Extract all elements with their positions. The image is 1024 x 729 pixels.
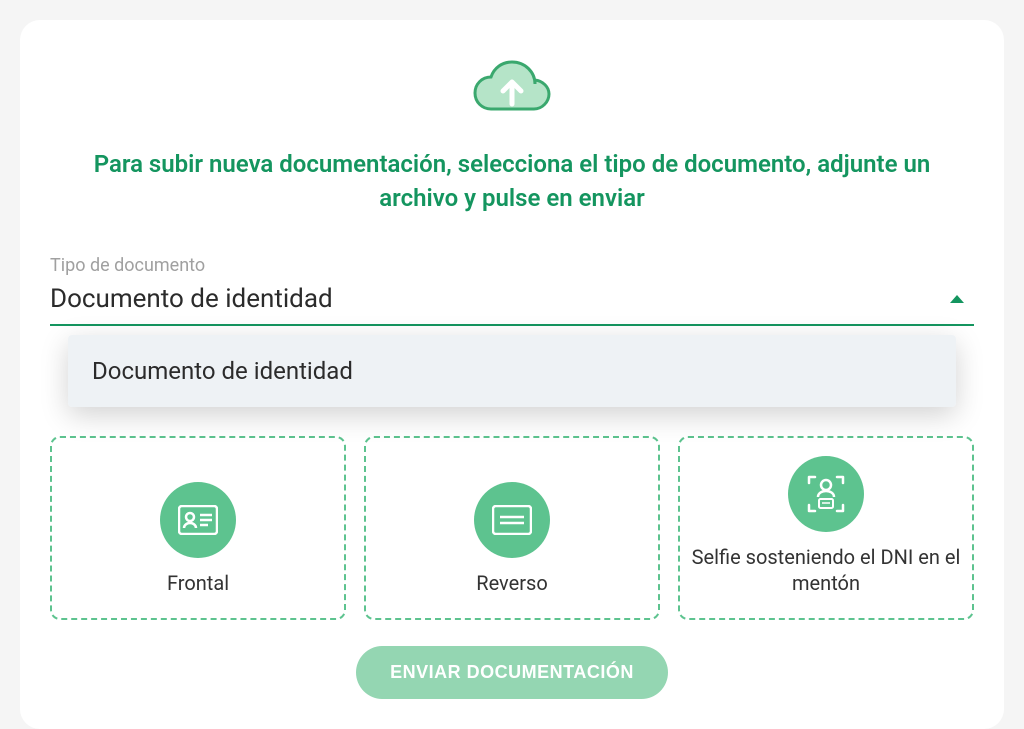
instruction-text: Para subir nueva documentación, seleccio…: [62, 148, 962, 215]
chevron-up-icon: [950, 295, 964, 303]
upload-slot-label: Selfie sosteniendo el DNI en el mentón: [690, 544, 962, 596]
document-type-dropdown: Documento de identidad: [68, 335, 956, 407]
upload-slot-label: Frontal: [167, 570, 229, 596]
dropdown-option-identity[interactable]: Documento de identidad: [68, 335, 956, 407]
upload-slots-row: Frontal Reverso: [50, 436, 974, 620]
submit-row: ENVIAR DOCUMENTACIÓN: [50, 646, 974, 699]
upload-slot-back[interactable]: Reverso: [364, 436, 660, 620]
upload-slot-front[interactable]: Frontal: [50, 436, 346, 620]
upload-documentation-card: Para subir nueva documentación, seleccio…: [20, 20, 1004, 729]
cloud-upload-icon: [50, 60, 974, 118]
id-front-icon: [160, 482, 236, 558]
upload-slot-selfie[interactable]: Selfie sosteniendo el DNI en el mentón: [678, 436, 974, 620]
upload-slot-label: Reverso: [476, 570, 547, 596]
selfie-id-icon: [788, 456, 864, 532]
document-type-value: Documento de identidad: [50, 284, 333, 314]
document-type-label: Tipo de documento: [50, 255, 974, 276]
document-type-select[interactable]: Documento de identidad: [50, 280, 974, 326]
submit-button[interactable]: ENVIAR DOCUMENTACIÓN: [356, 646, 668, 699]
id-back-icon: [474, 482, 550, 558]
